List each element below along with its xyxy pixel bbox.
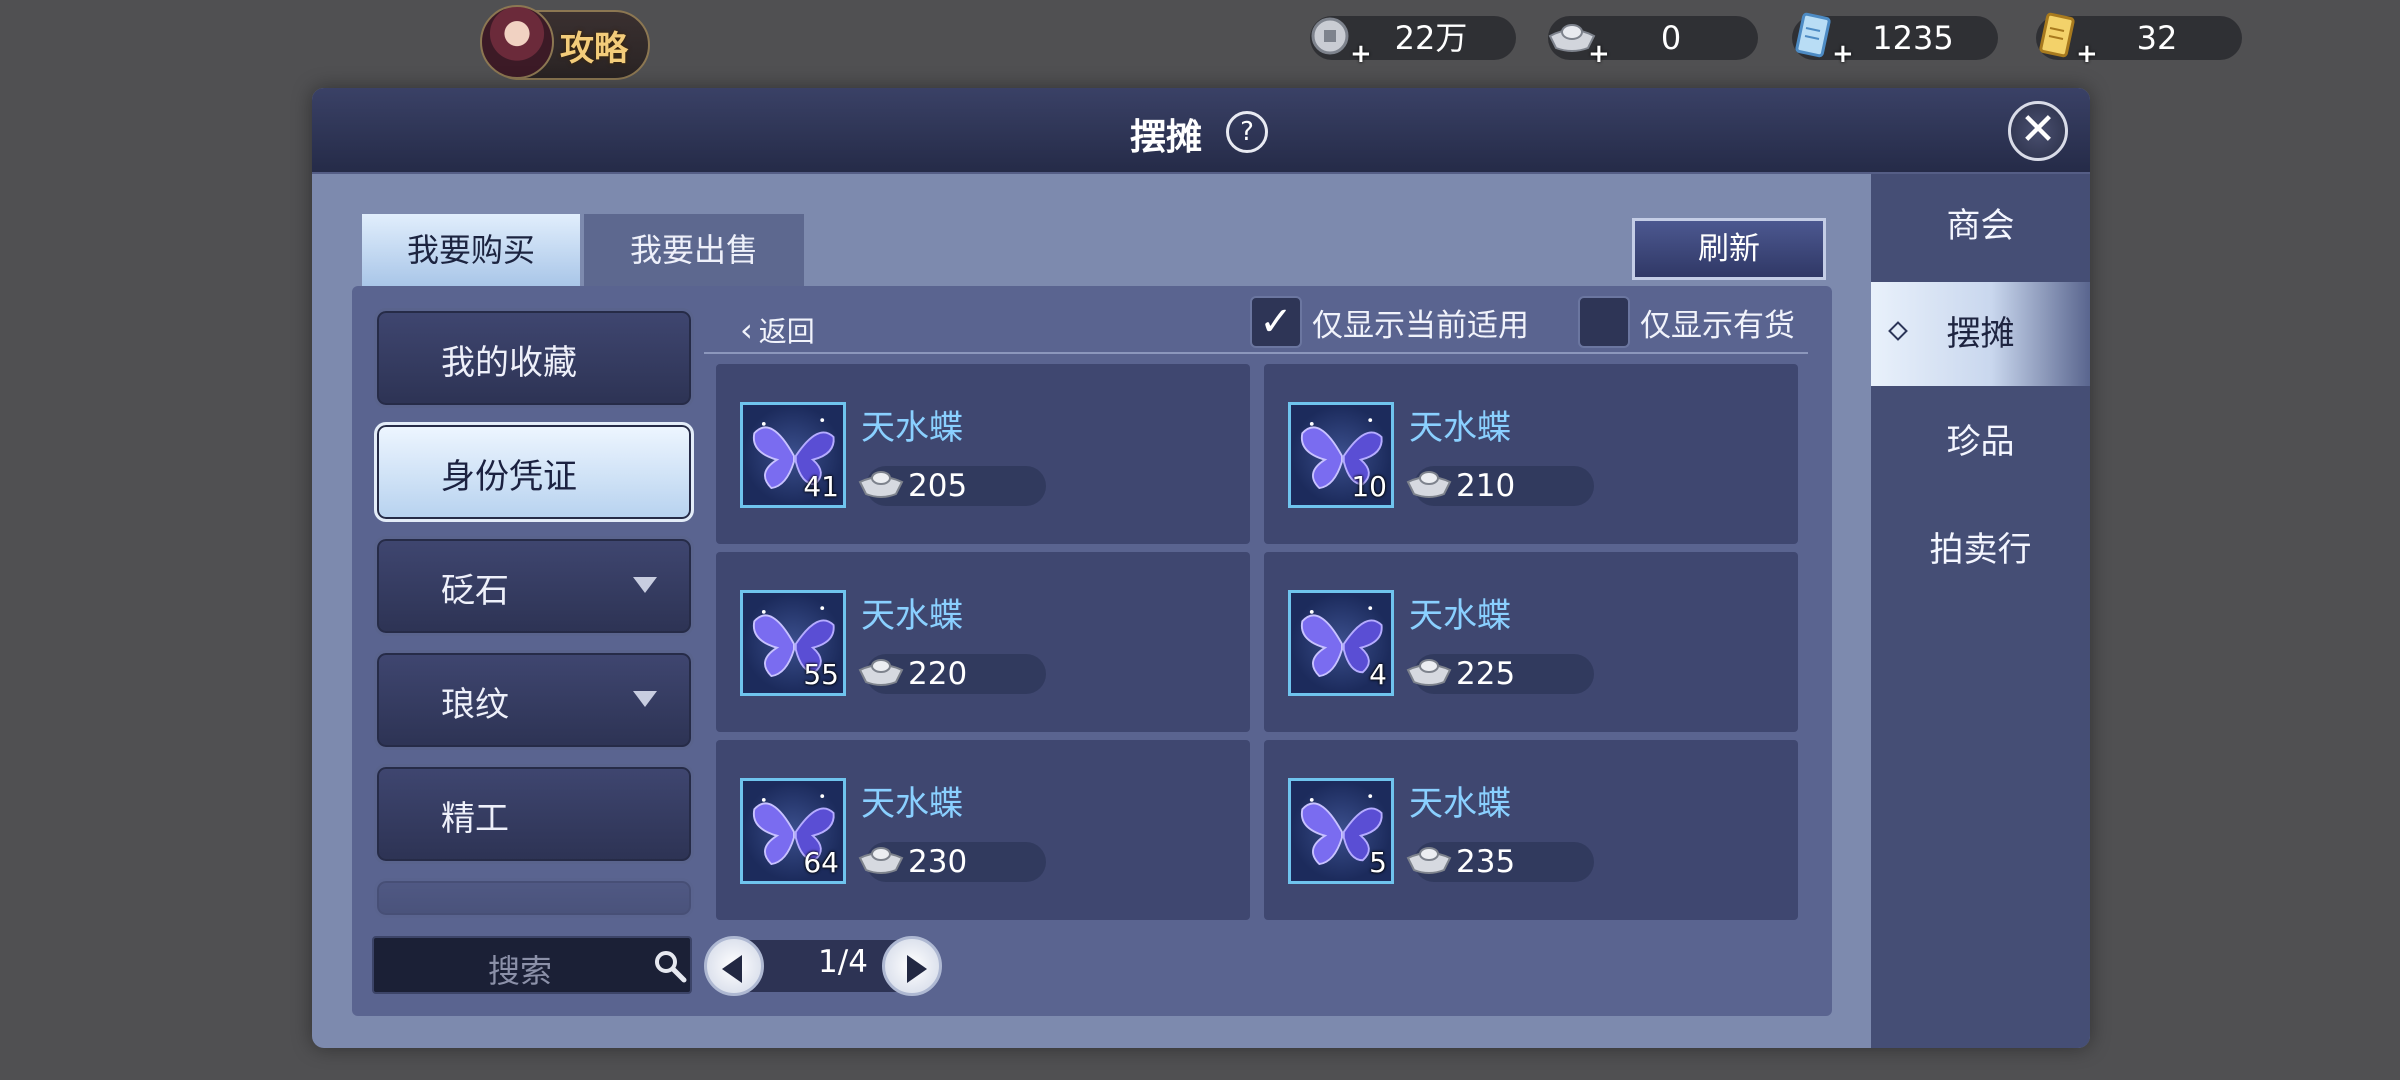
category-label: 我的收藏: [441, 343, 577, 383]
item-price: 230: [908, 844, 968, 880]
close-button[interactable]: ✕: [2008, 101, 2068, 161]
category-langwen[interactable]: 琅纹: [374, 650, 694, 750]
selected-diamond-icon: [1888, 321, 1908, 341]
item-name: 天水蝶: [1409, 408, 1511, 448]
item-name: 天水蝶: [1409, 784, 1511, 824]
currency-value: 22万: [1394, 19, 1468, 57]
item-icon[interactable]: 5: [1288, 778, 1394, 884]
listing-card[interactable]: 55 天水蝶 220: [716, 552, 1250, 732]
silver-ingot-icon: [1406, 847, 1452, 874]
currency-silver-coin[interactable]: + 22万: [1310, 16, 1516, 67]
window-title: 摆摊: [1130, 116, 1203, 158]
checkbox-current-applicable[interactable]: ✓: [1250, 296, 1302, 348]
item-price: 235: [1456, 844, 1516, 880]
listing-card[interactable]: 5 天水蝶 235: [1264, 740, 1798, 920]
item-quantity: 64: [803, 846, 839, 879]
tab-sell[interactable]: 我要出售: [584, 214, 804, 286]
nav-item-chamber[interactable]: 商会: [1871, 174, 2090, 278]
item-name: 天水蝶: [861, 596, 963, 636]
listing-card[interactable]: 10 天水蝶 210: [1264, 364, 1798, 544]
item-name: 天水蝶: [861, 408, 963, 448]
next-page-button[interactable]: [882, 936, 942, 996]
currency-value: 32: [2136, 19, 2178, 57]
item-quantity: 4: [1369, 658, 1387, 691]
listing-card[interactable]: 41 天水蝶 205: [716, 364, 1250, 544]
help-icon[interactable]: ?: [1226, 111, 1268, 153]
chevron-down-icon: [633, 577, 657, 593]
category-label: 砭石: [441, 571, 509, 611]
nav-item-label: 摆摊: [1946, 314, 2015, 354]
listing-card[interactable]: 4 天水蝶 225: [1264, 552, 1798, 732]
refresh-button[interactable]: 刷新: [1632, 218, 1826, 280]
category-xinfa[interactable]: 心法残页: [374, 878, 694, 918]
nav-item-auction[interactable]: 拍卖行: [1871, 498, 2090, 602]
listing-card[interactable]: 64 天水蝶 230: [716, 740, 1250, 920]
category-favorites[interactable]: 我的收藏: [374, 308, 694, 408]
back-button[interactable]: ‹ 返回: [740, 310, 815, 350]
item-price: 225: [1456, 656, 1516, 692]
search-placeholder: 搜索: [488, 952, 553, 990]
checkbox-in-stock[interactable]: [1578, 296, 1630, 348]
item-quantity: 55: [803, 658, 839, 691]
add-icon: +: [1350, 39, 1372, 69]
item-icon[interactable]: 55: [740, 590, 846, 696]
item-price: 205: [908, 468, 968, 504]
chevron-left-icon: ‹: [740, 311, 753, 349]
item-name: 天水蝶: [861, 784, 963, 824]
back-label: 返回: [758, 315, 815, 348]
search-icon[interactable]: [652, 948, 688, 984]
right-nav: 商会 摆摊 珍品 拍卖行: [1871, 174, 2090, 1048]
currency-silver-ingot[interactable]: + 0: [1548, 16, 1758, 67]
item-quantity: 41: [803, 470, 839, 503]
silver-ingot-icon: [858, 847, 904, 874]
triangle-left-icon: [722, 955, 742, 983]
divider: [704, 352, 1808, 354]
stall-window: 摆摊 ? ✕ 商会 摆摊 珍品 拍卖行 我要购买 我要出售 刷新 我的收藏 身份…: [312, 88, 2090, 1048]
add-icon: +: [1588, 39, 1610, 69]
guide-button[interactable]: 攻略: [480, 5, 650, 80]
tab-buy[interactable]: 我要购买: [362, 214, 580, 286]
category-label: 精工: [441, 799, 509, 839]
category-label: 琅纹: [441, 685, 509, 725]
character-avatar: [480, 5, 554, 79]
currency-gold-ticket[interactable]: + 32: [2036, 12, 2242, 67]
item-price: 210: [1456, 468, 1516, 504]
silver-ingot-icon: [1406, 659, 1452, 686]
filter-label-current-applicable: 仅显示当前适用: [1312, 308, 1529, 344]
currency-value: 0: [1660, 19, 1682, 57]
category-label: 心法残页: [441, 905, 577, 915]
category-label: 身份凭证: [441, 457, 577, 497]
currency-blue-ticket[interactable]: + 1235: [1792, 12, 1998, 67]
nav-item-stall[interactable]: 摆摊: [1871, 282, 2090, 386]
currency-value: 1235: [1872, 19, 1954, 57]
prev-page-button[interactable]: [704, 936, 764, 996]
add-icon: +: [1832, 39, 1854, 69]
nav-item-label: 商会: [1946, 206, 2015, 246]
add-icon: +: [2076, 39, 2098, 69]
item-price: 220: [908, 656, 968, 692]
category-identity-token[interactable]: 身份凭证: [374, 422, 694, 522]
item-name: 天水蝶: [1409, 596, 1511, 636]
nav-item-label: 珍品: [1946, 422, 2015, 462]
page-indicator: 1/4: [818, 944, 868, 980]
search-input[interactable]: 搜索: [372, 936, 692, 994]
category-bianshi[interactable]: 砭石: [374, 536, 694, 636]
silver-ingot-icon: [858, 659, 904, 686]
category-jinggong[interactable]: 精工: [374, 764, 694, 864]
silver-ingot-icon: [858, 471, 904, 498]
filter-label-in-stock: 仅显示有货: [1640, 308, 1795, 344]
guide-label: 攻略: [560, 28, 628, 69]
item-quantity: 10: [1351, 470, 1387, 503]
item-icon[interactable]: 10: [1288, 402, 1394, 508]
item-icon[interactable]: 4: [1288, 590, 1394, 696]
silver-ingot-icon: [1406, 471, 1452, 498]
item-icon[interactable]: 41: [740, 402, 846, 508]
item-icon[interactable]: 64: [740, 778, 846, 884]
chevron-down-icon: [633, 691, 657, 707]
nav-item-label: 拍卖行: [1929, 530, 2032, 570]
title-bar: 摆摊 ? ✕: [312, 88, 2090, 174]
item-quantity: 5: [1369, 846, 1387, 879]
nav-item-treasure[interactable]: 珍品: [1871, 390, 2090, 494]
triangle-right-icon: [907, 955, 927, 983]
